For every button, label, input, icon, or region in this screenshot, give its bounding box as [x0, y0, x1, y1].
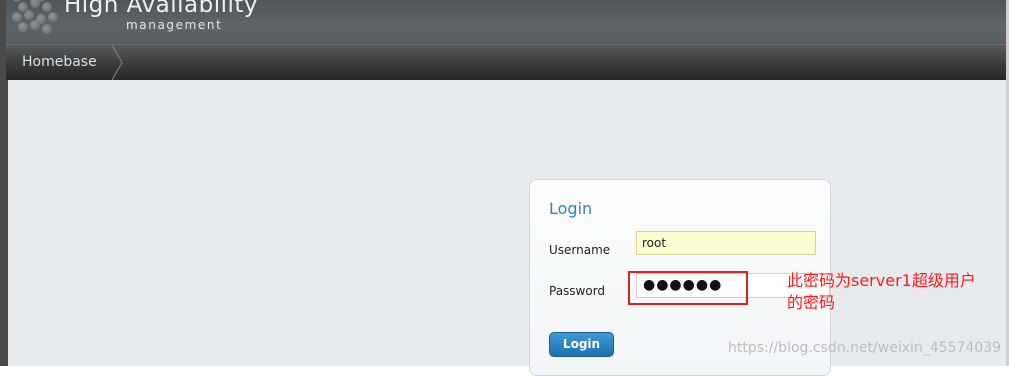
annotation-note: 此密码为server1超级用户的密码: [787, 271, 976, 312]
annotation-highlight-box: [628, 271, 748, 305]
browser-viewport: High Availability management Homebase Lo…: [0, 0, 1009, 376]
login-title: Login: [549, 199, 593, 218]
watermark: https://blog.csdn.net/weixin_45574039: [728, 340, 1002, 356]
username-label: Username: [549, 243, 611, 257]
breadcrumb-item-homebase[interactable]: Homebase: [6, 45, 111, 80]
breadcrumb: Homebase: [6, 44, 1009, 80]
app-header: High Availability management: [6, 0, 1009, 44]
login-button[interactable]: Login: [549, 332, 614, 357]
app-logo-title: High Availability: [64, 0, 259, 18]
main-content: [8, 80, 1006, 366]
username-input[interactable]: root: [636, 231, 816, 255]
password-label: Password: [549, 284, 606, 298]
breadcrumb-separator-icon: [111, 45, 123, 80]
logo-icon: [12, 0, 72, 38]
app-logo-subtitle: management: [126, 18, 223, 32]
